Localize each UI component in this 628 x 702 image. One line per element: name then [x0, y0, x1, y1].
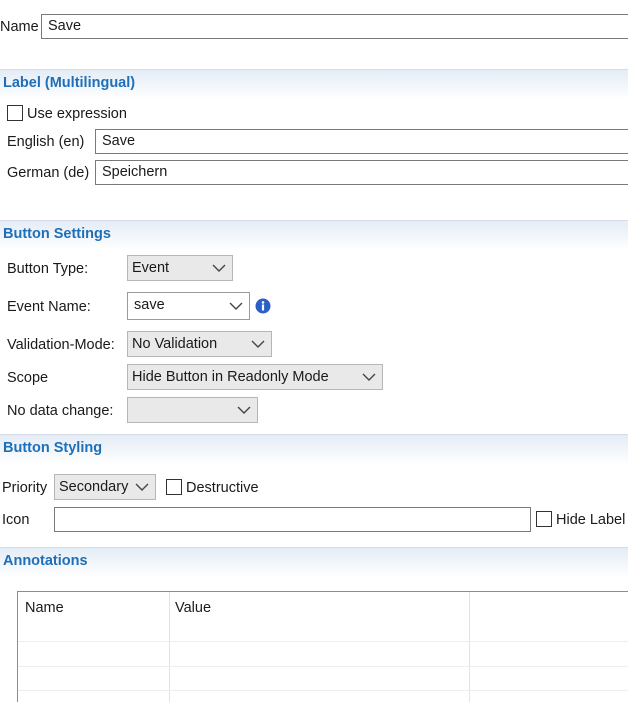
- event-name-combo[interactable]: save: [127, 292, 250, 320]
- english-input[interactable]: Save: [95, 129, 628, 154]
- label-section-header: Label (Multilingual): [0, 69, 628, 100]
- german-label: German (de): [7, 165, 90, 181]
- event-name-label: Event Name:: [7, 299, 91, 315]
- info-icon[interactable]: [255, 298, 271, 314]
- use-expression-label: Use expression: [27, 106, 127, 122]
- section-title: Button Styling: [3, 440, 103, 456]
- no-data-change-select[interactable]: [127, 397, 258, 423]
- table-row: [18, 690, 628, 691]
- priority-value: Secondary: [59, 479, 129, 495]
- chevron-down-icon: [237, 406, 251, 414]
- column-header-value[interactable]: Value: [175, 599, 211, 617]
- icon-input[interactable]: [54, 507, 531, 532]
- column-header-name[interactable]: Name: [25, 599, 64, 617]
- annotations-header: Annotations: [0, 547, 628, 578]
- section-title: Label (Multilingual): [3, 75, 136, 91]
- english-label: English (en): [7, 134, 85, 150]
- icon-label: Icon: [2, 512, 30, 528]
- use-expression-checkbox[interactable]: [7, 105, 23, 121]
- chevron-down-icon: [212, 264, 226, 272]
- name-label: Name: [0, 19, 39, 35]
- validation-mode-value: No Validation: [132, 336, 218, 352]
- annotations-table[interactable]: Name Value: [17, 591, 628, 702]
- column-divider: [169, 592, 170, 702]
- section-title: Annotations: [3, 553, 88, 569]
- scope-value: Hide Button in Readonly Mode: [132, 369, 329, 385]
- hide-label-checkbox[interactable]: [536, 511, 552, 527]
- priority-select[interactable]: Secondary: [54, 474, 156, 500]
- event-name-value: save: [134, 297, 165, 313]
- no-data-change-label: No data change:: [7, 403, 114, 419]
- button-type-value: Event: [132, 260, 170, 276]
- chevron-down-icon: [251, 340, 265, 348]
- validation-mode-label: Validation-Mode:: [7, 337, 115, 353]
- scope-select[interactable]: Hide Button in Readonly Mode: [127, 364, 383, 390]
- hide-label-label: Hide Label: [556, 512, 626, 528]
- scope-label: Scope: [7, 370, 49, 386]
- destructive-checkbox[interactable]: [166, 479, 182, 495]
- column-divider: [469, 592, 470, 702]
- validation-mode-select[interactable]: No Validation: [127, 331, 272, 357]
- destructive-label: Destructive: [186, 480, 259, 496]
- table-row: [18, 666, 628, 667]
- section-title: Button Settings: [3, 226, 111, 242]
- button-styling-header: Button Styling: [0, 434, 628, 465]
- button-type-label: Button Type:: [7, 261, 89, 277]
- chevron-down-icon: [229, 302, 243, 310]
- chevron-down-icon: [135, 483, 149, 491]
- german-input[interactable]: Speichern: [95, 160, 628, 185]
- priority-label: Priority: [2, 480, 48, 496]
- table-row: [18, 641, 628, 642]
- chevron-down-icon: [362, 373, 376, 381]
- button-settings-header: Button Settings: [0, 220, 628, 251]
- button-type-select[interactable]: Event: [127, 255, 233, 281]
- name-input[interactable]: Save: [41, 14, 628, 39]
